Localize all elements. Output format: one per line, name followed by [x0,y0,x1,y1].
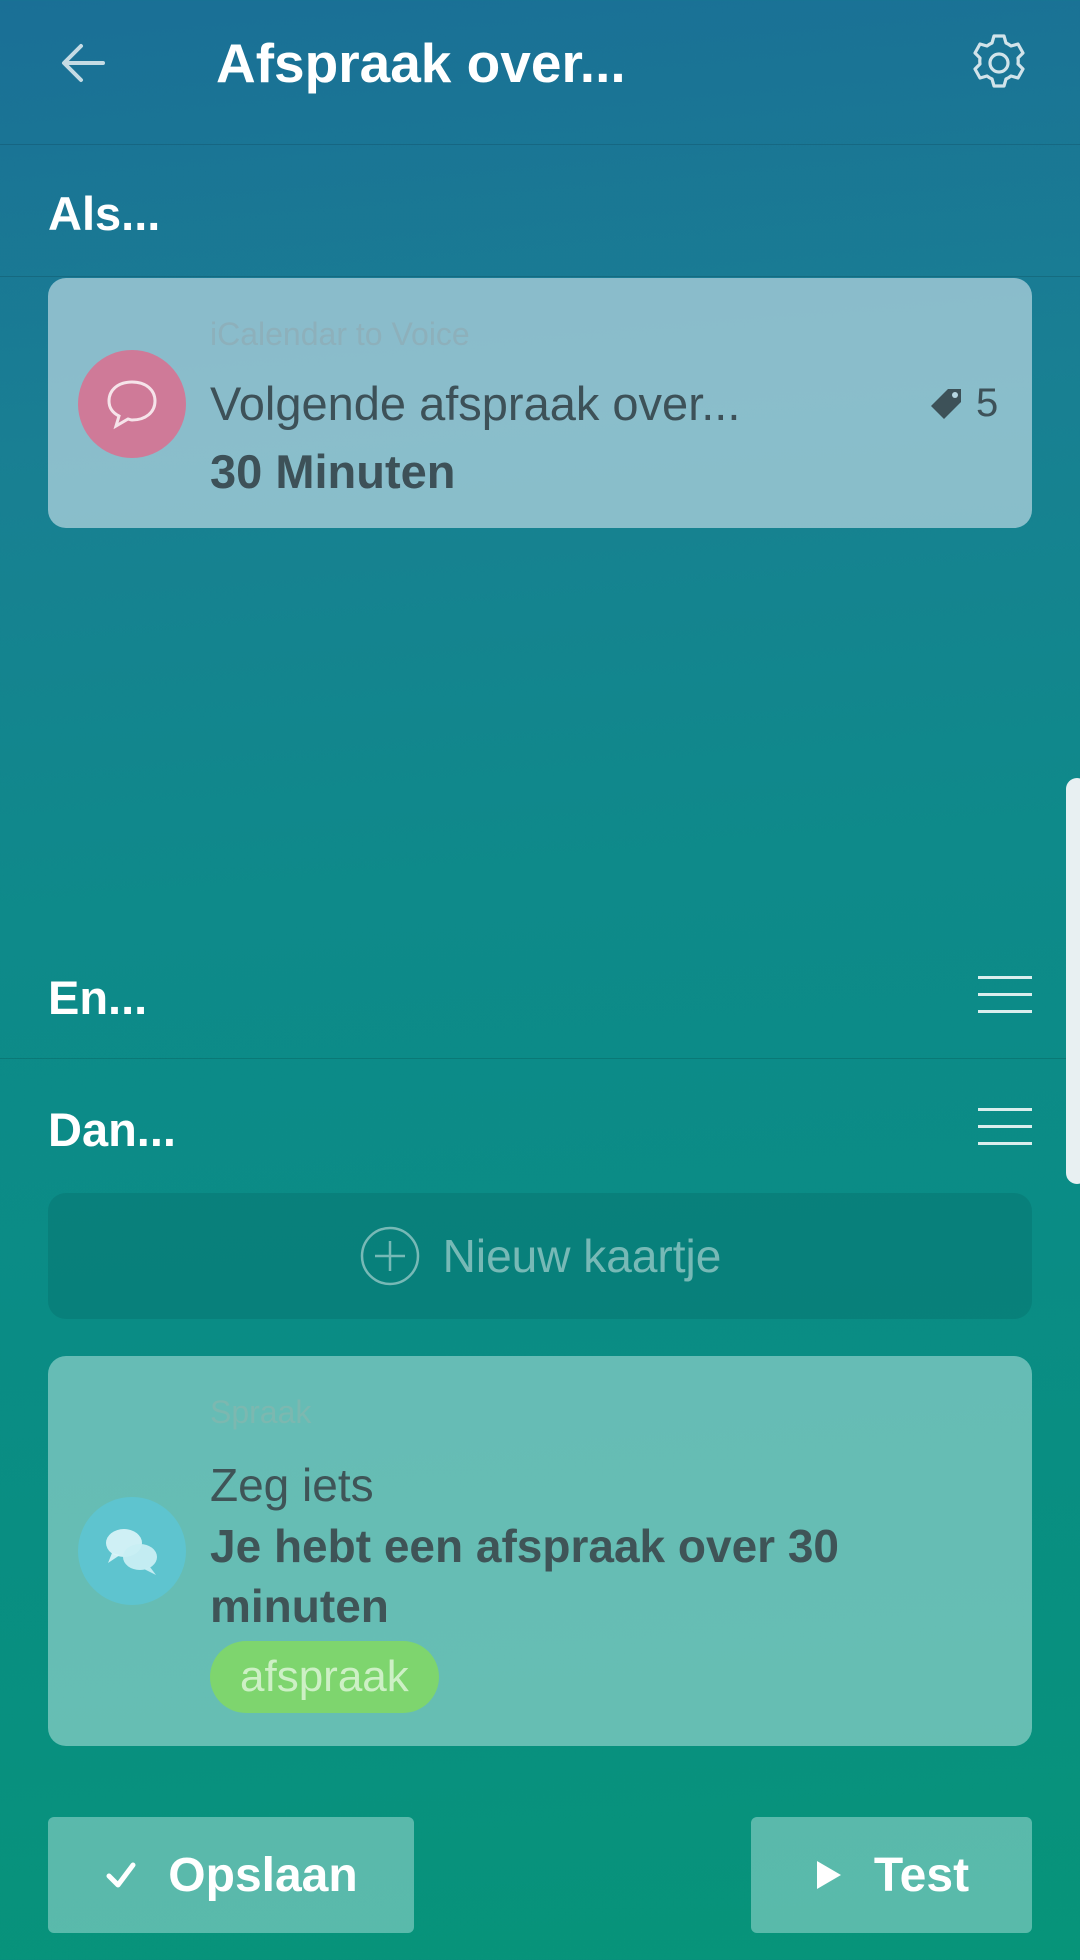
new-card-button[interactable]: Nieuw kaartje [48,1193,1032,1319]
trigger-source: iCalendar to Voice [210,316,470,352]
test-button-label: Test [873,1848,970,1902]
action-text: Je hebt een afspraak over 30 minuten [210,1520,839,1632]
save-button-label: Opslaan [168,1848,358,1902]
trigger-card[interactable]: iCalendar to Voice Volgende afspraak ove… [48,278,1032,528]
action-icon-circle [78,1497,186,1605]
settings-button[interactable] [966,30,1032,96]
then-menu-button[interactable] [978,1108,1032,1148]
checkmark-icon [106,1862,136,1888]
then-section-label: Dan... [48,1103,176,1156]
speech-bubble-icon [107,380,157,430]
new-card-label: Nieuw kaartje [442,1230,722,1282]
and-menu-button[interactable] [978,976,1032,1016]
trigger-text: Volgende afspraak over... 30 Minuten [210,370,770,506]
play-icon [816,1861,841,1889]
scrollbar-thumb[interactable] [1066,778,1080,1184]
if-section-label: Als... [48,187,161,240]
action-title: Zeg iets [210,1459,374,1511]
and-divider [0,1058,1080,1059]
tag-count-value: 5 [976,381,999,425]
chat-bubbles-icon [106,1529,157,1575]
trigger-text-bold: 30 Minuten [210,445,456,498]
test-button[interactable]: Test [751,1817,1032,1933]
menu-icon [978,976,1032,979]
and-section-label: En... [48,971,148,1024]
trigger-icon-circle [78,350,186,458]
if-divider [0,276,1080,277]
trigger-text-main: Volgende afspraak over... [210,377,741,430]
action-tag[interactable]: afspraak [210,1641,439,1713]
action-card[interactable]: Spraak Zeg iets Je hebt een afspraak ove… [48,1356,1032,1746]
app-header: Afspraak over... [0,0,1080,145]
plus-circle-icon [360,1226,419,1286]
tag-count: 5 [928,381,998,426]
page-title: Afspraak over... [216,32,626,94]
back-button[interactable] [50,30,116,96]
tag-icon [931,388,961,419]
save-button[interactable]: Opslaan [48,1817,414,1933]
arrow-left-icon [62,44,105,82]
gear-icon [973,34,1025,88]
action-source: Spraak [210,1394,312,1430]
menu-icon [978,1108,1032,1111]
